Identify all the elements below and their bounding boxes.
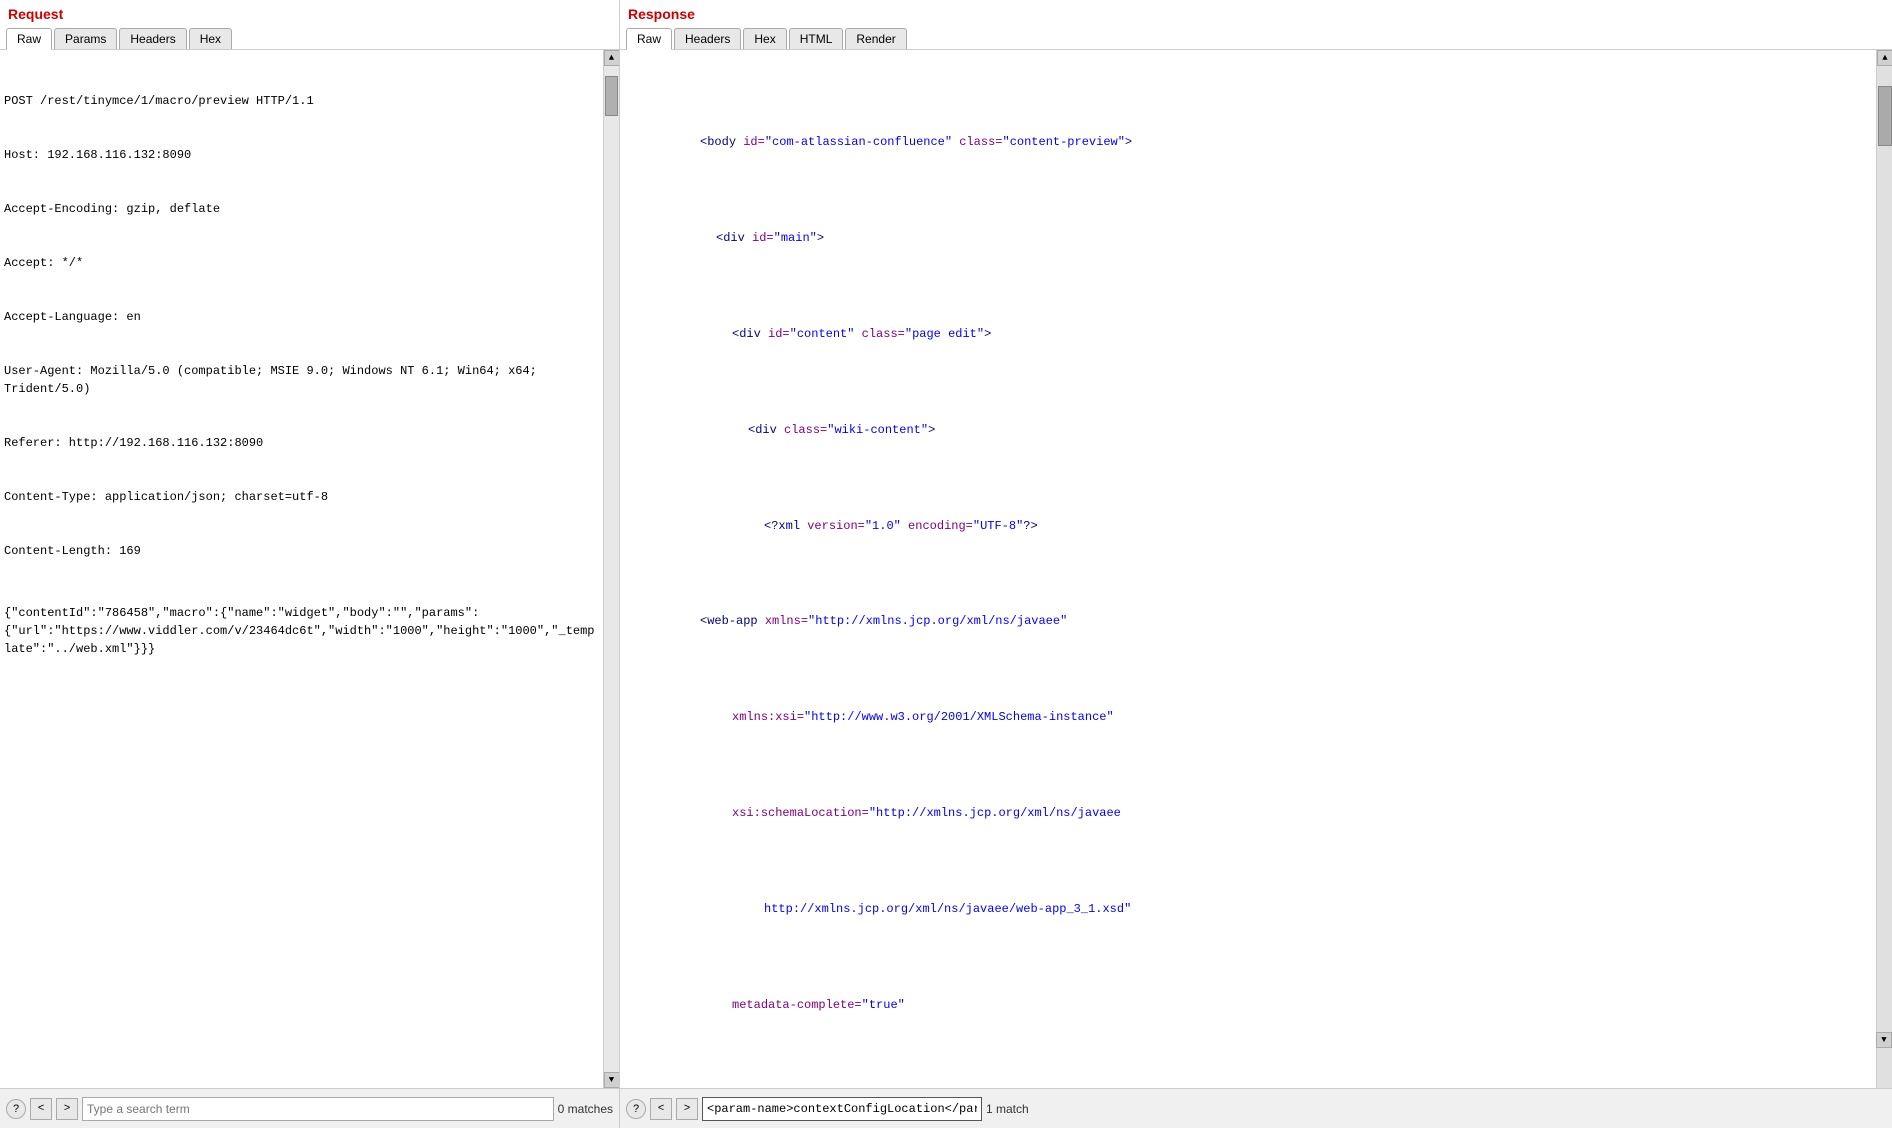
xml-line-div-content: <div id="content" class="page edit"> xyxy=(628,305,1872,363)
response-match-count: 1 match xyxy=(986,1102,1029,1116)
tab-headers-request[interactable]: Headers xyxy=(119,28,186,49)
request-next-button[interactable]: > xyxy=(56,1098,78,1120)
response-help-button[interactable]: ? xyxy=(626,1099,646,1119)
response-tabs-bar: Raw Headers Hex HTML Render xyxy=(620,26,1892,50)
req-line-8: Content-Type: application/json; charset=… xyxy=(4,488,599,506)
req-line-2: Host: 192.168.116.132:8090 xyxy=(4,146,599,164)
tab-raw-request[interactable]: Raw xyxy=(6,28,52,50)
response-next-button[interactable]: > xyxy=(676,1098,698,1120)
xml-line-body: <body id="com-atlassian-confluence" clas… xyxy=(628,114,1872,172)
req-line-5: Accept-Language: en xyxy=(4,308,599,326)
response-scrollbar[interactable]: ▲ ▼ xyxy=(1876,50,1892,1088)
req-line-3: Accept-Encoding: gzip, deflate xyxy=(4,200,599,218)
response-panel: Response Raw Headers Hex HTML Render <bo… xyxy=(620,0,1892,1128)
response-prev-button[interactable]: < xyxy=(650,1098,672,1120)
xml-line-xmlns-xsi: xmlns:xsi="http://www.w3.org/2001/XMLSch… xyxy=(628,689,1872,747)
tab-raw-response[interactable]: Raw xyxy=(626,28,672,50)
scrollbar-thumb-right[interactable] xyxy=(1878,86,1892,146)
tab-hex-request[interactable]: Hex xyxy=(189,28,232,49)
request-help-button[interactable]: ? xyxy=(6,1099,26,1119)
response-content: <body id="com-atlassian-confluence" clas… xyxy=(620,50,1876,1088)
main-container: Request Raw Params Headers Hex POST /res… xyxy=(0,0,1892,1128)
req-json-body: {"contentId":"786458","macro":{"name":"w… xyxy=(4,604,599,658)
response-content-wrapper: <body id="com-atlassian-confluence" clas… xyxy=(620,50,1892,1088)
scroll-up-left[interactable]: ▲ xyxy=(604,50,620,66)
response-title: Response xyxy=(620,0,1892,26)
req-line-7: Referer: http://192.168.116.132:8090 xyxy=(4,434,599,452)
req-line-9: Content-Length: 169 xyxy=(4,542,599,560)
request-match-count: 0 matches xyxy=(558,1102,613,1116)
xml-line-metadata: metadata-complete="true" xyxy=(628,977,1872,1035)
request-search-bar: ? < > 0 matches xyxy=(0,1088,619,1128)
scroll-up-right[interactable]: ▲ xyxy=(1877,50,1892,66)
tab-headers-response[interactable]: Headers xyxy=(674,28,741,49)
request-content: POST /rest/tinymce/1/macro/preview HTTP/… xyxy=(0,50,603,1088)
xml-line-div-main: <div id="main"> xyxy=(628,210,1872,268)
xml-line-version: version="3.1"> xyxy=(628,1073,1872,1088)
tab-html-response[interactable]: HTML xyxy=(789,28,844,49)
xml-line-webapp: <web-app xmlns="http://xmlns.jcp.org/xml… xyxy=(628,593,1872,651)
scroll-down-left[interactable]: ▼ xyxy=(604,1072,620,1088)
req-line-6: User-Agent: Mozilla/5.0 (compatible; MSI… xyxy=(4,362,599,398)
request-search-input[interactable] xyxy=(82,1097,554,1121)
scroll-down-right[interactable]: ▼ xyxy=(1876,1032,1892,1048)
xml-line-xsi-schema: xsi:schemaLocation="http://xmlns.jcp.org… xyxy=(628,785,1872,843)
xml-line-schema-url: http://xmlns.jcp.org/xml/ns/javaee/web-a… xyxy=(628,881,1872,939)
response-search-bar: ? < > 1 match xyxy=(620,1088,1892,1128)
xml-line-xmldecl: <?xml version="1.0" encoding="UTF-8"?> xyxy=(628,497,1872,555)
request-panel: Request Raw Params Headers Hex POST /res… xyxy=(0,0,620,1128)
req-line-1: POST /rest/tinymce/1/macro/preview HTTP/… xyxy=(4,92,599,110)
request-prev-button[interactable]: < xyxy=(30,1098,52,1120)
tab-render-response[interactable]: Render xyxy=(845,28,906,49)
tab-params-request[interactable]: Params xyxy=(54,28,117,49)
req-line-4: Accept: */* xyxy=(4,254,599,272)
response-search-input[interactable] xyxy=(702,1097,982,1121)
request-scrollbar[interactable]: ▲ ▼ xyxy=(603,50,619,1088)
request-tabs-bar: Raw Params Headers Hex xyxy=(0,26,619,50)
tab-hex-response[interactable]: Hex xyxy=(743,28,786,49)
request-title: Request xyxy=(0,0,619,26)
xml-line-div-wiki: <div class="wiki-content"> xyxy=(628,401,1872,459)
